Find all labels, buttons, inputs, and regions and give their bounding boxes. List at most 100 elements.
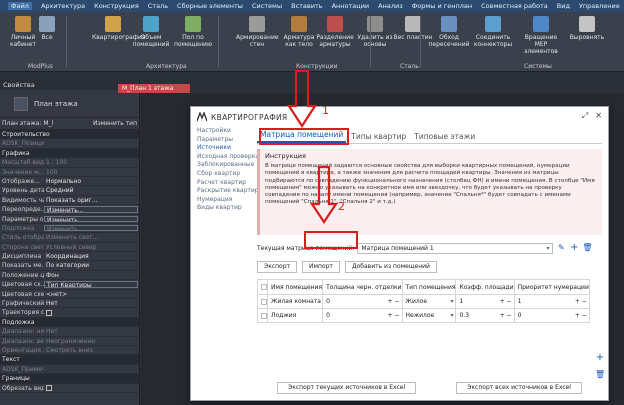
- nav-item[interactable]: Источники: [197, 144, 253, 153]
- menu-item[interactable]: Файл: [8, 2, 32, 10]
- property-value[interactable]: Координация: [44, 252, 139, 260]
- property-value[interactable]: Нет: [44, 327, 139, 335]
- import-button[interactable]: Импорт: [302, 261, 340, 273]
- ribbon-button[interactable]: Выровнять: [566, 16, 608, 41]
- property-value[interactable]: [44, 365, 139, 373]
- column-header[interactable]: Коэфф. площади: [455, 279, 515, 295]
- nav-item[interactable]: Виды квартир: [197, 204, 253, 213]
- property-value[interactable]: Средний: [44, 186, 139, 194]
- menu-item[interactable]: Вставить: [291, 2, 322, 10]
- instance-selector-value[interactable]: План этажа: М_l: [2, 120, 53, 127]
- menu-item[interactable]: Вид: [557, 2, 570, 10]
- column-header[interactable]: Толщина черн. отделки: [322, 279, 403, 295]
- close-icon[interactable]: ✕: [595, 111, 602, 121]
- ribbon-button[interactable]: Вращение MEP элементов: [520, 16, 562, 55]
- menu-item[interactable]: Аннотации: [332, 2, 370, 10]
- nav-item[interactable]: Раскрытие квартир: [197, 187, 259, 196]
- checkbox[interactable]: [46, 309, 52, 316]
- nav-item[interactable]: Параметры: [197, 136, 253, 145]
- delete-row-icon[interactable]: 🗑: [595, 370, 605, 380]
- ribbon-button[interactable]: Пол по помещению: [172, 16, 214, 48]
- stepper-plus-minus-icon[interactable]: + −: [500, 312, 512, 319]
- property-value[interactable]: [44, 384, 139, 392]
- edit-type-button[interactable]: Изменить тип: [93, 120, 137, 127]
- ribbon-button[interactable]: Армирование стен: [236, 16, 279, 48]
- checkbox[interactable]: [261, 284, 267, 290]
- property-value[interactable]: Изменить...: [44, 224, 138, 232]
- stepper-plus-minus-icon[interactable]: + −: [575, 298, 587, 305]
- ribbon-button[interactable]: Разделение арматуры: [314, 16, 356, 48]
- numeric-stepper[interactable]: 0.3 + −: [459, 312, 513, 319]
- menu-item[interactable]: Архитектура: [41, 2, 85, 10]
- stepper-plus-minus-icon[interactable]: + −: [575, 312, 587, 319]
- table-row[interactable]: Жилая комната0+ −Жилое1+ −1+ −: [257, 294, 590, 309]
- property-value[interactable]: 1 : 100: [44, 158, 139, 166]
- nav-item[interactable]: Настройки: [197, 127, 253, 136]
- tab[interactable]: Типы квартир: [348, 132, 409, 143]
- property-value[interactable]: Нет: [44, 299, 139, 307]
- property-value[interactable]: 100: [44, 168, 139, 176]
- stepper-plus-minus-icon[interactable]: + −: [388, 298, 400, 305]
- finish-thickness-cell[interactable]: 0 + −: [322, 294, 403, 309]
- area-coefficient-cell[interactable]: 1 + −: [455, 294, 515, 309]
- add-matrix-icon[interactable]: +: [569, 243, 579, 253]
- column-header[interactable]: Приоритет нумерации: [513, 279, 590, 295]
- property-group-header[interactable]: Строительство: [0, 130, 139, 140]
- menu-item[interactable]: Формы и генплан: [412, 2, 472, 10]
- ribbon-button[interactable]: Квартирография: [92, 16, 145, 41]
- add-row-icon[interactable]: +: [595, 353, 605, 363]
- menu-item[interactable]: Системы: [252, 2, 282, 10]
- menu-item[interactable]: Управление: [579, 2, 620, 10]
- numeric-stepper[interactable]: 1 + −: [459, 298, 513, 305]
- table-row[interactable]: Лоджия0+ −Нежилое0.3+ −0+ −: [257, 308, 590, 323]
- nav-item[interactable]: Нумерация: [197, 196, 253, 205]
- numbering-priority-cell[interactable]: 0 + −: [513, 308, 590, 323]
- ribbon-button[interactable]: Обход пересечений: [428, 16, 470, 48]
- checkbox[interactable]: [46, 385, 52, 392]
- numeric-stepper[interactable]: 0 + −: [326, 298, 401, 305]
- numeric-stepper[interactable]: 0 + −: [326, 312, 401, 319]
- finish-thickness-cell[interactable]: 0 + −: [322, 308, 403, 323]
- property-value[interactable]: Нормально: [44, 177, 139, 185]
- numeric-stepper[interactable]: 0 + −: [518, 312, 589, 319]
- export-button[interactable]: Экспорт: [257, 261, 298, 273]
- row-checkbox-cell[interactable]: [257, 294, 268, 309]
- checkbox[interactable]: [261, 312, 267, 319]
- nav-item[interactable]: Расчет квартир: [197, 179, 253, 188]
- row-checkbox-cell[interactable]: [257, 308, 268, 323]
- property-value[interactable]: Условный север: [44, 243, 139, 251]
- edit-pencil-icon[interactable]: ✎: [556, 243, 566, 253]
- view-tab[interactable]: M_План 1 этажа: [118, 84, 190, 93]
- ribbon-button[interactable]: Объем помещений: [130, 16, 172, 48]
- property-value[interactable]: [44, 308, 139, 316]
- ribbon-button[interactable]: Все: [26, 16, 68, 41]
- area-coefficient-cell[interactable]: 0.3 + −: [455, 308, 515, 323]
- checkbox[interactable]: [261, 298, 267, 305]
- menu-item[interactable]: Сборные элементы: [177, 2, 243, 10]
- room-type-cell[interactable]: Нежилое: [401, 308, 457, 323]
- room-name-cell[interactable]: Жилая комната: [266, 294, 324, 309]
- property-value[interactable]: Изменить...: [44, 206, 138, 213]
- property-value[interactable]: По категории: [44, 261, 139, 269]
- property-group-header[interactable]: Графика: [0, 148, 139, 159]
- export-all-sources-button[interactable]: Экспорт всех источников в Excel: [456, 382, 582, 394]
- property-value[interactable]: Смотреть вниз: [44, 346, 139, 354]
- property-group-header[interactable]: Текст: [0, 355, 139, 365]
- property-value[interactable]: Фон: [44, 271, 139, 279]
- nav-item[interactable]: Сбор квартир: [197, 170, 253, 179]
- property-group-header[interactable]: Границы: [0, 374, 139, 384]
- expand-icon[interactable]: ⤢: [582, 111, 588, 121]
- column-header[interactable]: Тип помещения: [401, 279, 457, 295]
- delete-matrix-icon[interactable]: 🗑: [582, 243, 592, 253]
- tab[interactable]: Типовые этажи: [411, 132, 478, 143]
- property-value[interactable]: Изменить...: [44, 215, 138, 222]
- numbering-priority-cell[interactable]: 1 + −: [513, 294, 590, 309]
- stepper-plus-minus-icon[interactable]: + −: [388, 312, 400, 319]
- stepper-plus-minus-icon[interactable]: + −: [500, 298, 512, 305]
- property-value[interactable]: Изменить свет...: [44, 233, 139, 241]
- column-header[interactable]: Имя помещения: [266, 279, 324, 295]
- ribbon-button[interactable]: Соединить коннекторы: [472, 16, 514, 48]
- property-value[interactable]: Неограниченно: [44, 337, 139, 345]
- menu-item[interactable]: Сталь: [148, 2, 168, 10]
- property-value[interactable]: [44, 139, 139, 147]
